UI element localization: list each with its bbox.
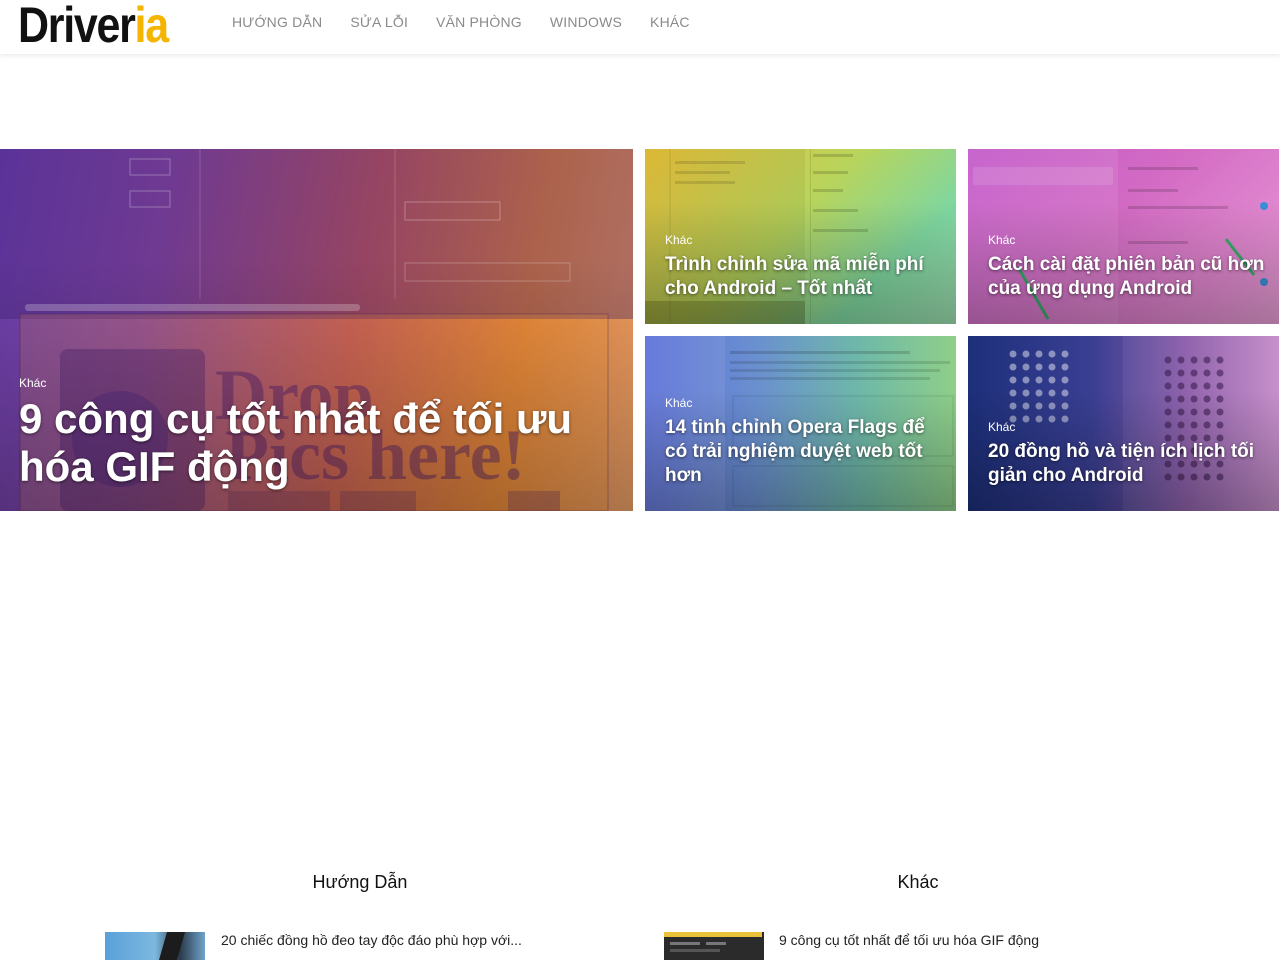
tile-title[interactable]: Trình chỉnh sửa mã miễn phí cho Android … bbox=[665, 253, 945, 301]
tile-title[interactable]: 9 công cụ tốt nhất để tối ưu hóa GIF độn… bbox=[19, 395, 579, 491]
tile-title[interactable]: 20 đồng hồ và tiện ích lịch tối giản cho… bbox=[988, 440, 1273, 488]
article-thumbnail[interactable] bbox=[664, 932, 764, 960]
tile-category[interactable]: Khác bbox=[19, 376, 46, 390]
list-item[interactable]: 9 công cụ tốt nhất để tối ưu hóa GIF độn… bbox=[664, 932, 1164, 960]
list-item[interactable]: 20 chiếc đồng hồ đeo tay độc đáo phù hợp… bbox=[105, 932, 565, 960]
tile-category[interactable]: Khác bbox=[665, 396, 692, 410]
nav-link-windows[interactable]: WINDOWS bbox=[536, 14, 636, 30]
featured-tile-opera-flags[interactable]: Khác 14 tinh chỉnh Opera Flags để có trả… bbox=[645, 336, 956, 511]
article-link[interactable]: 9 công cụ tốt nhất để tối ưu hóa GIF độn… bbox=[779, 932, 1039, 948]
featured-big-tile[interactable]: Drop Pics here! Khác 9 công cụ tốt nhất … bbox=[0, 149, 633, 511]
featured-tile-android-old-version[interactable]: Khác Cách cài đặt phiên bản cũ hơn của ứ… bbox=[968, 149, 1279, 324]
site-header: Driveria HƯỚNG DẪN SỬA LỖI VĂN PHÒNG WIN… bbox=[0, 0, 1280, 54]
tile-title[interactable]: Cách cài đặt phiên bản cũ hơn của ứng dụ… bbox=[988, 253, 1273, 301]
logo-text-dark: Driver bbox=[18, 0, 136, 53]
tile-category[interactable]: Khác bbox=[665, 233, 692, 247]
tile-category[interactable]: Khác bbox=[988, 233, 1015, 247]
nav-link-huong-dan[interactable]: HƯỚNG DẪN bbox=[218, 14, 336, 30]
nav-link-van-phong[interactable]: VĂN PHÒNG bbox=[422, 14, 536, 30]
featured-tile-code-editor[interactable]: Khác Trình chỉnh sửa mã miễn phí cho And… bbox=[645, 149, 956, 324]
nav-link-sua-loi[interactable]: SỬA LỖI bbox=[336, 14, 422, 30]
tile-title[interactable]: 14 tinh chỉnh Opera Flags để có trải ngh… bbox=[665, 416, 945, 488]
section-heading-khac[interactable]: Khác bbox=[818, 872, 1018, 893]
featured-tile-minimal-clocks[interactable]: Khác 20 đồng hồ và tiện ích lịch tối giả… bbox=[968, 336, 1279, 511]
logo-text-yellow: ia bbox=[134, 0, 170, 53]
article-link[interactable]: 20 chiếc đồng hồ đeo tay độc đáo phù hợp… bbox=[221, 932, 522, 948]
article-thumbnail[interactable] bbox=[105, 932, 205, 960]
site-logo[interactable]: Driveria bbox=[18, 0, 170, 53]
tile-category[interactable]: Khác bbox=[988, 420, 1015, 434]
section-heading-huong-dan[interactable]: Hướng Dẫn bbox=[260, 872, 460, 893]
nav-link-khac[interactable]: KHÁC bbox=[636, 14, 704, 30]
main-nav: HƯỚNG DẪN SỬA LỖI VĂN PHÒNG WINDOWS KHÁC bbox=[218, 0, 704, 44]
